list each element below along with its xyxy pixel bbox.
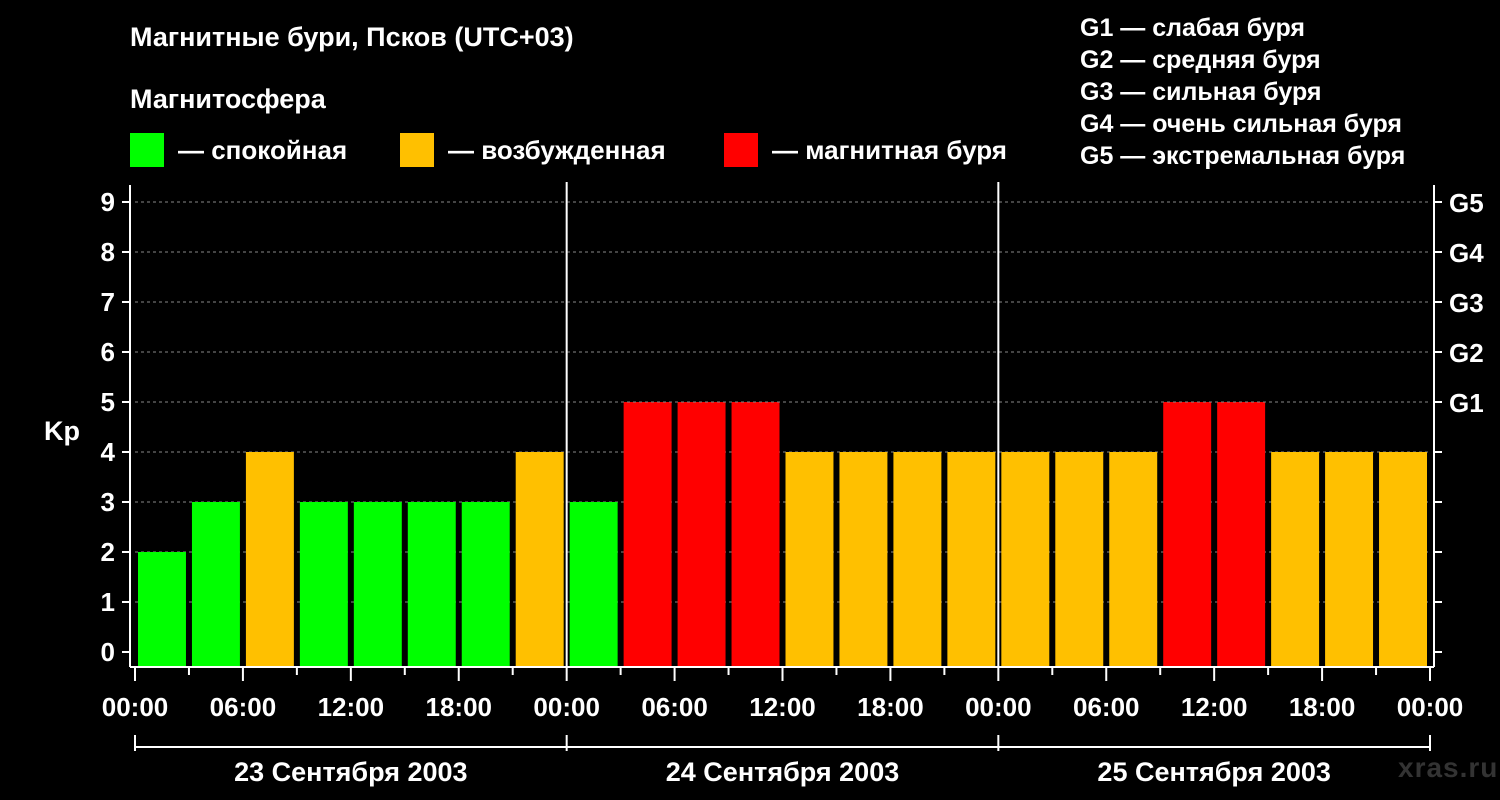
y-tick-label: 2 [101, 537, 115, 567]
kp-bar [1271, 452, 1320, 667]
y-tick-label: 4 [101, 437, 116, 467]
kp-bar [785, 452, 834, 667]
y-tick-label: 8 [101, 237, 115, 267]
g-tick-label: G3 [1449, 288, 1484, 318]
kp-bar [191, 502, 240, 667]
kp-bar [299, 502, 348, 667]
kp-bar [461, 502, 510, 667]
g-tick-label: G4 [1449, 238, 1484, 268]
kp-bar [138, 552, 186, 667]
kp-bar [947, 452, 996, 667]
kp-bar [1379, 452, 1427, 667]
y-axis-label: Kp [44, 416, 80, 446]
x-tick-label: 18:00 [1289, 692, 1356, 722]
x-tick-label: 00:00 [102, 692, 169, 722]
x-tick-label: 00:00 [965, 692, 1032, 722]
kp-bar [1055, 452, 1104, 667]
kp-bar [1217, 402, 1266, 667]
x-tick-label: 06:00 [210, 692, 277, 722]
kp-bar [1109, 452, 1158, 667]
x-tick-label: 12:00 [318, 692, 385, 722]
y-tick-label: 3 [101, 487, 115, 517]
g-tick-label: G1 [1449, 388, 1484, 418]
kp-bar [731, 402, 780, 667]
kp-bar [839, 452, 888, 667]
kp-chart: 0 1 2 3 4 5 6 7 8 9 G1 G2 G3 G4 G5 Kp 00:00 06:00 12:00 18:… [44, 182, 1484, 787]
y-tick-label: 5 [101, 387, 115, 417]
watermark: xras.ru [1398, 752, 1499, 783]
x-tick-label: 18:00 [857, 692, 924, 722]
x-tick-label: 00:00 [533, 692, 600, 722]
x-tick-label: 06:00 [641, 692, 708, 722]
x-tick-label: 00:00 [1397, 692, 1464, 722]
kp-bar [407, 502, 456, 667]
day-label: 25 Сентября 2003 [1097, 757, 1330, 787]
g-tick-label: G5 [1449, 188, 1484, 218]
y-tick-label: 1 [101, 587, 115, 617]
kp-bar [515, 452, 564, 667]
y-tick-label: 0 [101, 637, 115, 667]
kp-bar [623, 402, 672, 667]
kp-bar [569, 502, 618, 667]
y-tick-label: 7 [101, 287, 115, 317]
kp-bar [893, 452, 942, 667]
x-tick-label: 18:00 [426, 692, 493, 722]
x-tick-label: 06:00 [1073, 692, 1140, 722]
day-label: 23 Сентября 2003 [234, 757, 467, 787]
y-tick-label: 9 [101, 187, 115, 217]
kp-bar [1163, 402, 1212, 667]
kp-bar [677, 402, 726, 667]
y-tick-label: 6 [101, 337, 115, 367]
kp-bar [1001, 452, 1050, 667]
kp-bar [353, 502, 402, 667]
kp-bar [245, 452, 294, 667]
day-label: 24 Сентября 2003 [666, 757, 899, 787]
x-tick-label: 12:00 [749, 692, 816, 722]
x-tick-label: 12:00 [1181, 692, 1248, 722]
kp-bar [1325, 452, 1374, 667]
g-tick-label: G2 [1449, 338, 1484, 368]
